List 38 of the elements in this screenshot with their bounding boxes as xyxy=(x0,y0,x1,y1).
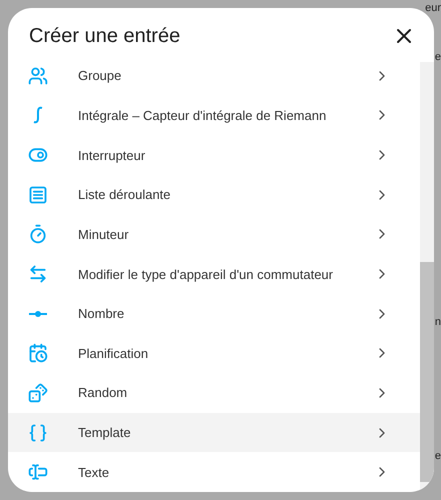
list-item[interactable]: Template xyxy=(8,412,420,452)
text-cursor-icon xyxy=(28,462,48,482)
list-item[interactable]: Liste déroulante xyxy=(8,174,420,215)
calendar-clock-icon xyxy=(28,343,48,364)
list-item[interactable]: Random xyxy=(8,373,420,413)
background-text: eur xyxy=(425,2,441,14)
item-label: Groupe xyxy=(78,68,122,84)
dialog-title: Créer une entrée xyxy=(29,24,180,48)
list-item[interactable]: Texte xyxy=(8,452,420,492)
item-label: Minuteur xyxy=(78,226,130,242)
list-icon xyxy=(28,184,48,205)
item-label: Intégrale – Capteur d'intégrale de Riemann xyxy=(78,108,328,123)
list-item[interactable]: Minuteur xyxy=(8,214,420,254)
group-icon xyxy=(28,66,48,86)
list-item[interactable]: Nombre xyxy=(8,294,420,334)
slider-line-icon xyxy=(28,310,48,317)
list-item[interactable]: Intégrale – Capteur d'intégrale de Riemann xyxy=(8,96,420,136)
background-text: n xyxy=(434,316,441,328)
list-item[interactable]: Interrupteur xyxy=(8,135,420,175)
item-label: Texte xyxy=(78,464,110,480)
item-label: Nombre xyxy=(78,306,126,322)
item-label: Random xyxy=(78,385,128,400)
item-label: Planification xyxy=(78,346,150,361)
item-label: Liste déroulante xyxy=(78,187,172,202)
stopwatch-icon xyxy=(28,224,48,244)
swap-arrows-icon xyxy=(28,264,48,284)
list-item[interactable]: Planification xyxy=(8,333,420,374)
item-label: Modifier le type d'appareil d'un commutateur xyxy=(78,266,334,282)
dice-icon xyxy=(28,382,48,403)
scrollbar-thumb[interactable] xyxy=(420,262,434,482)
item-label: Interrupteur xyxy=(78,148,146,163)
list-item[interactable]: Groupe xyxy=(8,56,420,96)
item-label: Template xyxy=(78,425,132,440)
background-text: e xyxy=(434,450,441,462)
braces-icon xyxy=(28,422,48,443)
list-item[interactable]: Modifier le type d'appareil d'un commutateur xyxy=(8,254,420,294)
scrollbar[interactable] xyxy=(420,62,434,492)
background-text: e xyxy=(434,51,441,63)
